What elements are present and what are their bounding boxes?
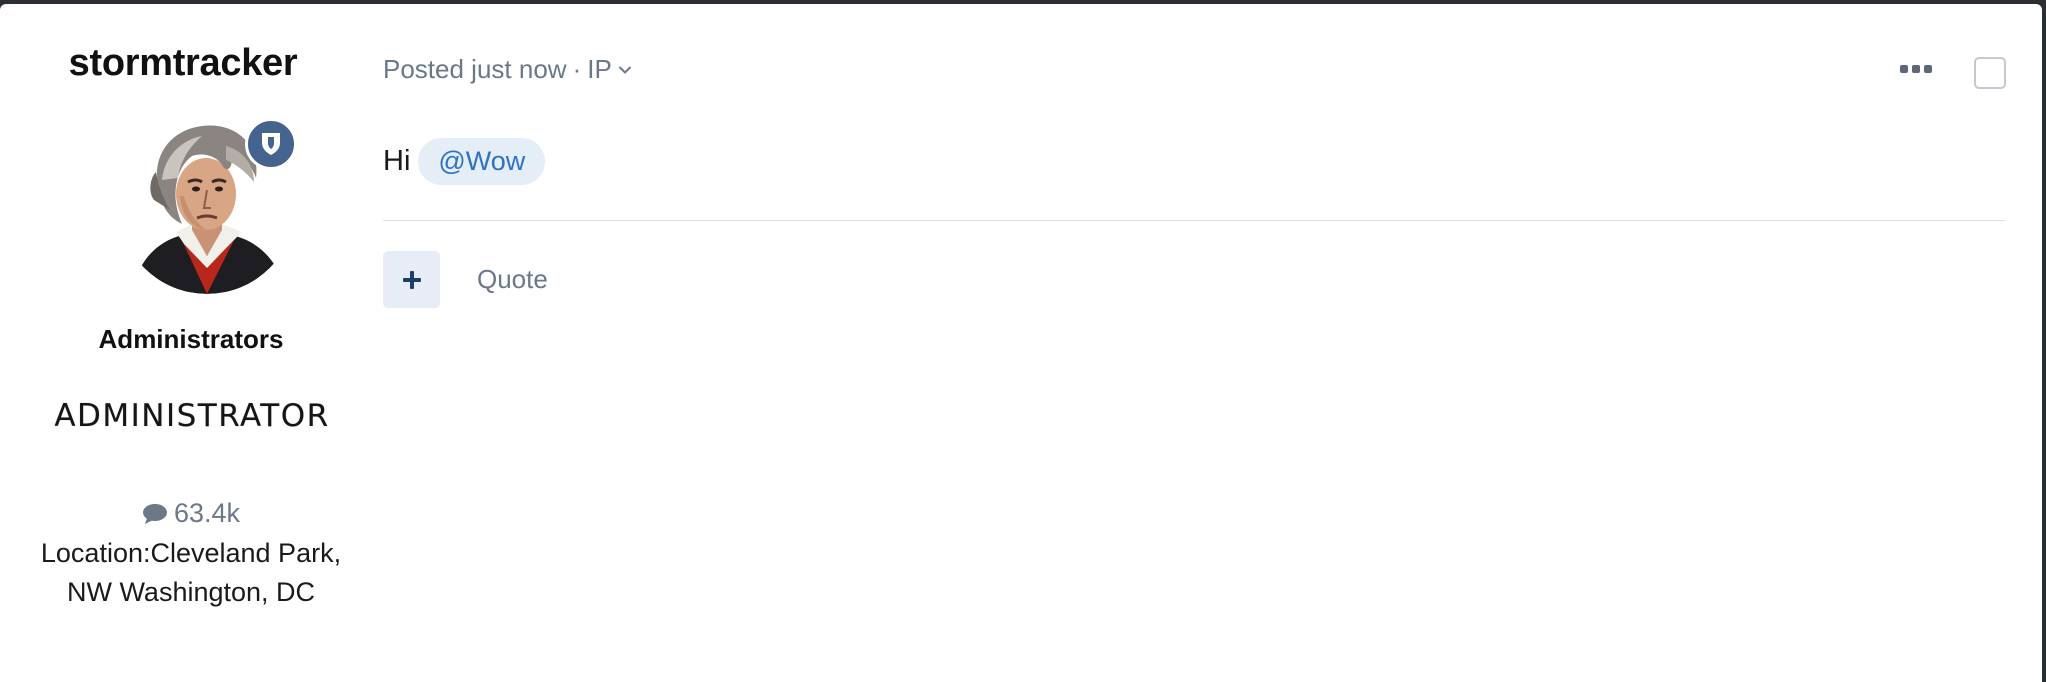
rank-image: ADMINISTRATOR bbox=[54, 398, 330, 434]
post-text: Hi bbox=[383, 145, 411, 177]
author-username[interactable]: stormtracker bbox=[0, 42, 366, 85]
post-timestamp[interactable]: Posted just now bbox=[383, 54, 567, 85]
post-options-button[interactable] bbox=[1896, 56, 1936, 82]
ip-dropdown[interactable]: IP bbox=[587, 54, 632, 85]
forum-post: stormtracker Administrators ADMINISTRATO… bbox=[0, 4, 2042, 682]
post-select-checkbox[interactable] bbox=[1974, 57, 2006, 89]
author-panel: stormtracker Administrators ADMINISTRATO… bbox=[0, 4, 382, 682]
ellipsis-icon[interactable] bbox=[1899, 64, 1933, 74]
post-count: 63.4k bbox=[0, 498, 382, 529]
shield-icon bbox=[262, 133, 280, 155]
chevron-down-icon[interactable] bbox=[618, 65, 632, 75]
post-meta: Posted just now · IP bbox=[383, 54, 632, 85]
author-location: Location:Cleveland Park, NW Washington, … bbox=[38, 534, 344, 612]
comment-icon bbox=[142, 503, 167, 524]
react-button[interactable] bbox=[383, 251, 440, 308]
post-content: Hi @Wow bbox=[383, 138, 546, 185]
avatar-container[interactable] bbox=[118, 116, 297, 294]
post-count-value: 63.4k bbox=[173, 498, 241, 528]
moderator-badge bbox=[245, 118, 297, 170]
quote-button[interactable]: Quote bbox=[477, 264, 548, 295]
location-label: Location: bbox=[40, 538, 151, 568]
plus-icon[interactable] bbox=[402, 270, 422, 290]
post-divider bbox=[383, 220, 2005, 221]
ip-label[interactable]: IP bbox=[587, 54, 612, 85]
author-group: Administrators bbox=[98, 324, 284, 354]
user-mention[interactable]: @Wow bbox=[418, 138, 546, 185]
meta-separator: · bbox=[572, 54, 582, 84]
